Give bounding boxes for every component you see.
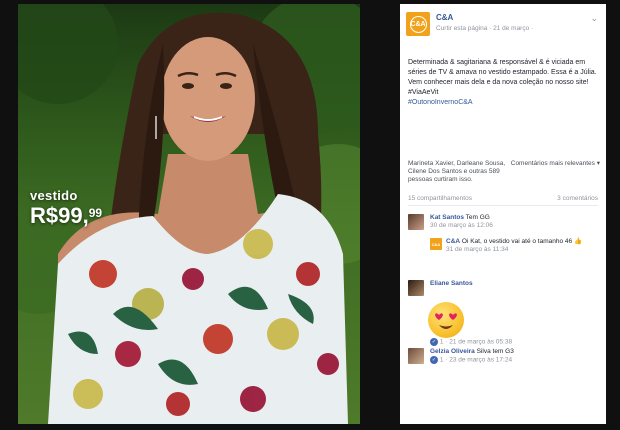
page-avatar[interactable]: C&A bbox=[406, 12, 430, 36]
screenshot-stage: vestido R$99,99 C&A C&A Curtir esta pági… bbox=[0, 0, 620, 430]
post-meta[interactable]: Curtir esta página · 21 de março · bbox=[436, 25, 533, 32]
page-name-link[interactable]: C&A bbox=[436, 13, 453, 22]
comment-footer: ✓ 1 · 21 de março às 05:38 bbox=[430, 338, 598, 347]
price-value: R$99, bbox=[30, 203, 89, 228]
comment-item: Kat Santos Tem GG 30 de março às 12:06 C… bbox=[408, 214, 600, 276]
comment-item: Eliane Santos ✓ 1 · 21 de março às 05:38 bbox=[408, 280, 600, 350]
price-tag: vestido R$99,99 bbox=[30, 188, 102, 229]
page-logo-text: C&A bbox=[409, 15, 427, 33]
reply-author[interactable]: C&A bbox=[446, 238, 460, 245]
comment-sort-dropdown[interactable]: Comentários mais relevantes ▾ bbox=[511, 160, 600, 168]
hashtag-link[interactable]: #OutonoInvernoC&A bbox=[408, 99, 473, 106]
comments-count[interactable]: 3 comentários bbox=[557, 195, 598, 202]
comment-author[interactable]: Eliane Santos bbox=[430, 280, 473, 287]
reactions-summary: Marineta Xavier, Darleane Sousa, Cilene … bbox=[400, 160, 606, 190]
thumbs-up-icon: 👍 bbox=[573, 238, 583, 245]
post-sidebar: C&A C&A Curtir esta página · 21 de março… bbox=[400, 4, 606, 424]
price-label: vestido bbox=[30, 188, 78, 203]
post-header: C&A C&A Curtir esta página · 21 de março… bbox=[400, 4, 606, 44]
reply-meta[interactable]: 31 de março às 11:34 bbox=[446, 246, 508, 253]
post-stats: 15 compartilhamentos 3 comentários bbox=[408, 194, 598, 206]
comment-item: Gelzia Oliveira Silva tem G3 ✓ 1 · 23 de… bbox=[408, 348, 600, 378]
price-cents: 99 bbox=[88, 206, 103, 220]
comment-author[interactable]: Gelzia Oliveira bbox=[430, 348, 475, 355]
post-photo[interactable]: vestido R$99,99 bbox=[18, 4, 360, 424]
comment-body: Kat Santos Tem GG 30 de março às 12:06 bbox=[430, 214, 598, 230]
reply-text: Oi Kat, o vestido vai até o tamanho 46 bbox=[461, 238, 573, 245]
comment-body: Eliane Santos bbox=[430, 280, 598, 288]
comment-meta[interactable]: 1 · 21 de março às 05:38 bbox=[440, 339, 512, 346]
reply-item: C&A C&A Oi Kat, o vestido vai até o tama… bbox=[430, 238, 600, 268]
caption-text: Determinada & sagitariana & responsável … bbox=[408, 59, 597, 96]
reply-body: C&A Oi Kat, o vestido vai até o tamanho … bbox=[446, 238, 594, 254]
like-icon: ✓ bbox=[430, 356, 438, 364]
likers-text[interactable]: Marineta Xavier, Darleane Sousa, Cilene … bbox=[408, 160, 508, 184]
comment-body: Gelzia Oliveira Silva tem G3 ✓ 1 · 23 de… bbox=[430, 348, 598, 365]
heart-eyes-emoji-icon bbox=[428, 302, 464, 338]
comment-author[interactable]: Kat Santos bbox=[430, 214, 464, 221]
shares-count[interactable]: 15 compartilhamentos bbox=[408, 195, 472, 202]
reply-logo-text: C&A bbox=[431, 241, 441, 247]
chevron-down-icon[interactable]: ⌄ bbox=[590, 13, 598, 24]
avatar[interactable] bbox=[408, 280, 424, 296]
comment-meta[interactable]: 1 · 23 de março às 17:24 bbox=[440, 357, 512, 364]
post-caption: Determinada & sagitariana & responsável … bbox=[400, 44, 606, 160]
avatar[interactable] bbox=[408, 214, 424, 230]
comment-meta[interactable]: 30 de março às 12:06 bbox=[430, 222, 493, 229]
comment-text: Tem GG bbox=[465, 214, 490, 221]
avatar[interactable] bbox=[408, 348, 424, 364]
like-icon: ✓ bbox=[430, 338, 438, 346]
comment-text: Silva tem G3 bbox=[476, 348, 514, 355]
reply-avatar[interactable]: C&A bbox=[430, 238, 442, 250]
